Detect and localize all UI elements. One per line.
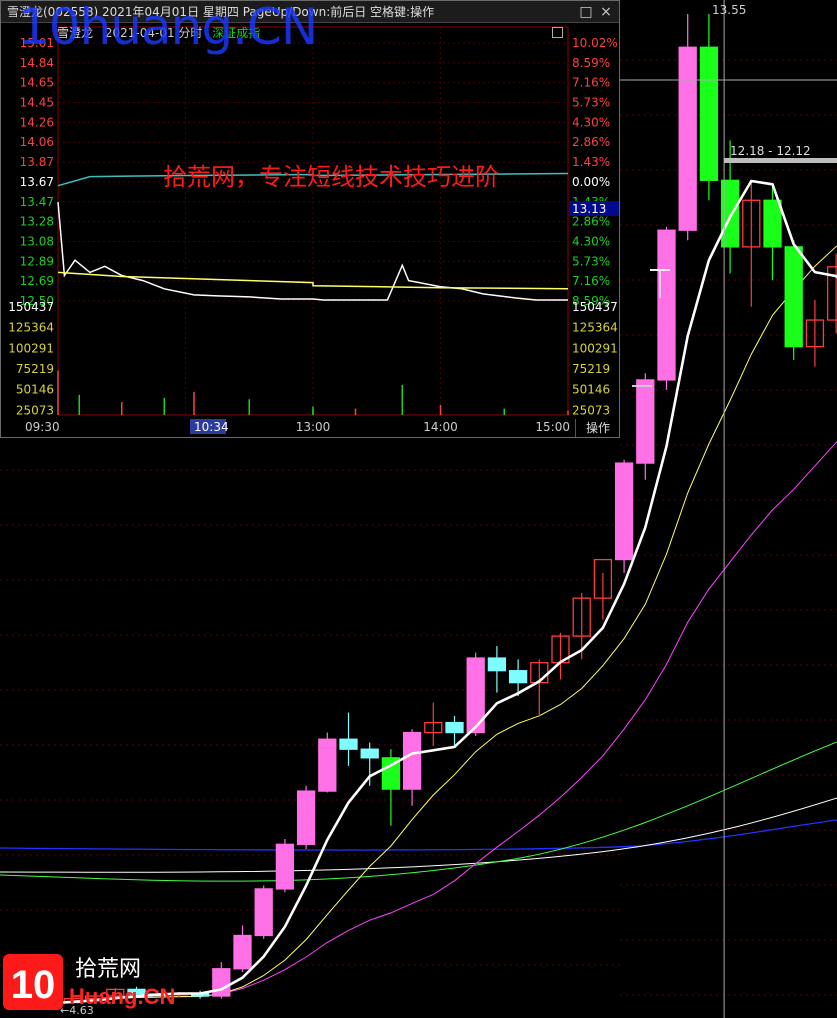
price-tick-label: 14.26 [20,115,54,129]
pct-tick-label: 4.30% [572,115,610,129]
pct-tick-label: 8.59% [572,56,610,70]
volume-tick-label: 75219 [572,362,610,376]
ma120-line [0,819,837,851]
volume-tick-label: 125364 [572,321,618,335]
candle-body [699,46,719,181]
pct-tick-label: 5.73% [572,254,610,268]
time-cursor-label: 10:34 [194,420,229,434]
logo-number: 10 [11,963,56,1007]
time-axis-label: 14:00 [423,420,458,434]
candle-body [233,934,252,970]
candle-body [275,843,295,890]
logo-english: Huang.CN [69,984,175,1009]
candle-body [318,738,337,792]
candle-body [360,748,379,759]
pct-tick-label: 0.00% [572,175,610,189]
ma60-line [0,797,837,873]
candle-body [508,670,528,684]
pct-tick-label: 2.86% [572,215,610,229]
range-marker [724,158,837,163]
toggle-checkbox[interactable] [552,27,563,38]
close-icon[interactable]: × [597,3,615,21]
pct-tick-label: 4.30% [572,234,610,248]
volume-tick-label: 25073 [572,403,610,417]
volume-tick-label: 50146 [572,383,610,397]
range-label: 12.18 - 12.12 [730,144,811,158]
restore-icon[interactable]: □ [577,3,595,21]
price-tick-label: 12.89 [20,254,54,268]
pct-tick-label: 7.16% [572,274,610,288]
price-tick-label: 13.47 [20,195,54,209]
candle-body [763,199,782,248]
price-tick-label: 14.84 [20,56,54,70]
intraday-avg-line [57,271,569,290]
logo-chinese: 拾荒网 [75,957,141,982]
price-tick-label: 13.87 [20,155,54,169]
volume-tick-label: 25073 [16,403,54,417]
operate-button[interactable]: 操作 [575,419,620,437]
candle-body [487,657,507,672]
plot-frame [57,26,569,416]
pct-tick-label: 5.73% [572,96,610,110]
volume-tick-label: 50146 [16,383,54,397]
price-tick-label: 13.28 [20,215,54,229]
intraday-popup-window[interactable]: 雪澄龙(002558) 2021年04月01日 星期四 PageUp/Down:… [0,0,620,438]
price-tick-label: 13.08 [20,234,54,248]
price-tick-label: 12.69 [20,274,54,288]
candle-body [339,738,358,750]
current-price-label: 13.13 [572,202,606,216]
watermark-logo: 10 拾荒网 Huang.CN [3,954,175,1010]
volume-tick-label: 125364 [8,321,54,335]
candle-body [445,721,464,734]
time-axis-label: 15:00 [535,420,570,434]
volume-tick-label: 150437 [8,300,54,314]
pct-tick-label: 7.16% [572,76,610,90]
volume-tick-label: 100291 [572,341,618,355]
candle-body [636,379,655,464]
volume-tick-label: 75219 [16,362,54,376]
crosshair-price-label: 13.55 [712,3,746,17]
candle-body [657,229,676,381]
candle-body [784,246,803,348]
watermark-text: 10huang.CN [18,0,318,56]
candle-body [402,731,422,790]
pct-tick-label: 10.02% [572,36,618,50]
time-axis-label: 13:00 [296,420,331,434]
price-tick-label: 13.67 [20,175,54,189]
watermark-slogan: 拾荒网，专注短线技术技巧进阶 [163,163,499,191]
price-tick-label: 14.45 [20,96,54,110]
price-tick-label: 14.06 [20,135,54,149]
intraday-chart[interactable]: 15.01 10.02%14.84 8.59%14.65 7.16%14.45 5.73… [1,23,619,437]
volume-tick-label: 150437 [572,300,618,314]
price-tick-label: 14.65 [20,76,54,90]
candle-body [614,462,634,561]
candle-body [212,968,231,997]
time-axis-label: 09:30 [25,420,60,434]
candle-body [296,790,316,845]
pct-tick-label: 1.43% [572,155,610,169]
volume-tick-label: 100291 [8,341,54,355]
candle-body [254,888,273,937]
pct-tick-label: 2.86% [572,135,610,149]
candle-body [678,46,697,231]
